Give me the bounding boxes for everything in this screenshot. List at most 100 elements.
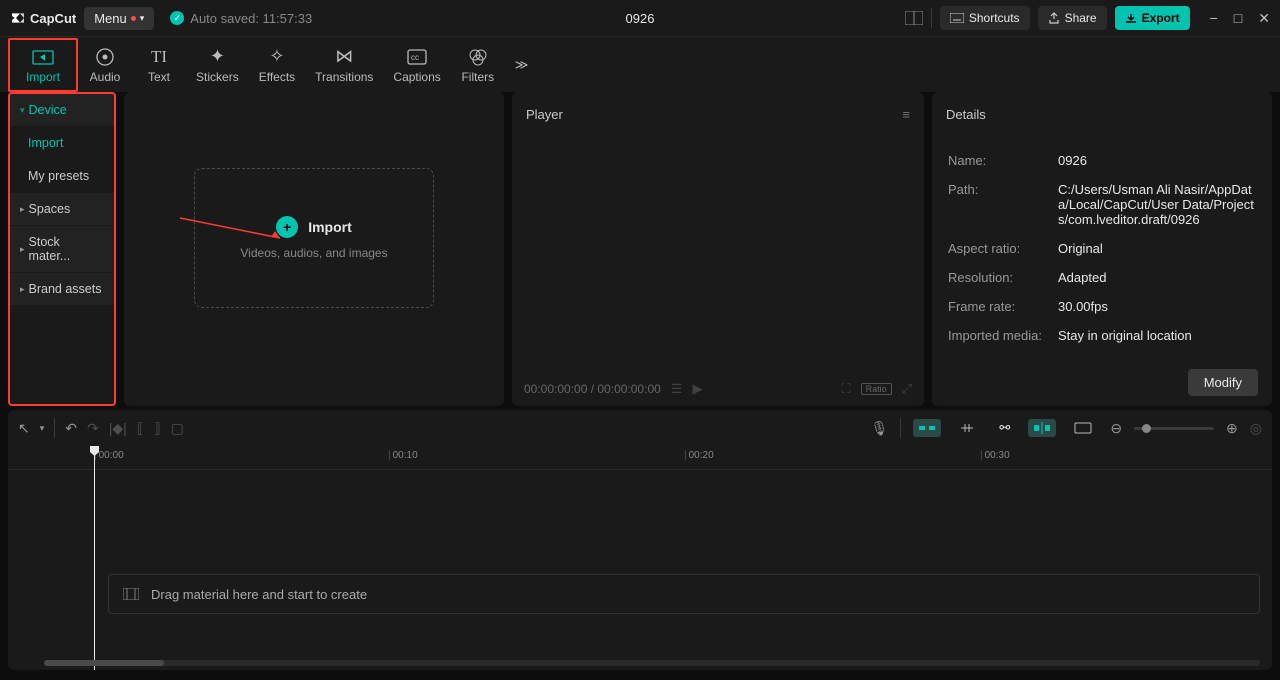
sidebar-item-spaces[interactable]: ▸ Spaces	[10, 193, 114, 225]
import-tab-highlight: Import	[8, 38, 78, 92]
modify-button[interactable]: Modify	[1188, 369, 1258, 396]
autosave-text: Auto saved: 11:57:33	[190, 11, 312, 26]
import-button-row: + Import	[276, 216, 352, 238]
divider	[931, 8, 932, 28]
tab-import-label: Import	[26, 70, 60, 84]
more-tabs-button[interactable]: ≫	[509, 51, 535, 79]
export-button[interactable]: Export	[1115, 6, 1190, 30]
close-button[interactable]: ✕	[1258, 10, 1270, 27]
detail-res-key: Resolution:	[948, 270, 1058, 285]
scrollbar-thumb[interactable]	[44, 660, 164, 666]
stickers-icon: ✦	[210, 46, 225, 68]
timeline-toolbar: ↖ ▾ ↶ ↷ |◆| ⟦ ⟧ ▢ 🎙 ⚯ ⊖ ⊕ ◎	[8, 410, 1272, 446]
sidebar-import-label: Import	[28, 136, 63, 150]
details-header: Details	[932, 92, 1272, 136]
trim-right-tool[interactable]: ⟧	[154, 420, 161, 437]
player-controls: 00:00:00:00 / 00:00:00:00 ☰ ▶ ⛶ Ratio ⤢	[512, 372, 924, 406]
focus-icon[interactable]: ⛶	[841, 381, 850, 397]
minimize-button[interactable]: −	[1210, 10, 1218, 27]
audio-icon	[95, 46, 115, 68]
chevron-right-icon: ▸	[20, 204, 25, 215]
cursor-tool[interactable]: ↖	[18, 420, 30, 437]
import-drop-title: Import	[308, 219, 352, 235]
project-title: 0926	[626, 11, 655, 26]
detail-fps-key: Frame rate:	[948, 299, 1058, 314]
keyboard-icon	[950, 13, 964, 23]
zoom-thumb[interactable]	[1142, 424, 1151, 433]
tab-stickers[interactable]: ✦ Stickers	[186, 42, 249, 88]
tab-transitions[interactable]: ⋈ Transitions	[305, 42, 383, 88]
timeline-tools-left: ↖ ▾ ↶ ↷ |◆| ⟦ ⟧ ▢	[18, 418, 184, 438]
menu-button[interactable]: Menu ▾	[84, 7, 154, 30]
redo-button[interactable]: ↷	[87, 420, 99, 437]
sidebar-item-presets[interactable]: My presets	[10, 160, 114, 192]
check-icon: ✓	[170, 11, 184, 25]
menu-label: Menu	[94, 11, 127, 26]
maximize-button[interactable]: □	[1234, 10, 1242, 27]
divider	[54, 418, 55, 438]
chevron-right-icon: ▸	[20, 284, 25, 295]
import-drop-zone[interactable]: + Import Videos, audios, and images	[194, 168, 434, 308]
timeline-drop-zone[interactable]: Drag material here and start to create	[108, 574, 1260, 614]
snap-toggle[interactable]	[1028, 419, 1056, 437]
player-header: Player ≡	[512, 92, 924, 136]
sidebar-item-import[interactable]: Import	[10, 127, 114, 159]
main-row: ▾ Device Import My presets ▸ Spaces ▸ St…	[0, 92, 1280, 406]
ratio-button[interactable]: Ratio	[861, 383, 892, 395]
detail-media-val: Stay in original location	[1058, 328, 1256, 343]
details-title: Details	[946, 107, 986, 122]
play-button[interactable]: ▶	[692, 381, 702, 397]
captions-icon: cc	[407, 46, 427, 68]
tab-text[interactable]: TI Text	[132, 42, 186, 88]
sidebar-spaces-label: Spaces	[29, 202, 71, 216]
magnet-toggle[interactable]	[913, 419, 941, 437]
timeline-scrollbar[interactable]	[44, 660, 1260, 666]
tab-effects[interactable]: ✧ Effects	[249, 42, 305, 88]
titlebar: CapCut Menu ▾ ✓ Auto saved: 11:57:33 092…	[0, 0, 1280, 36]
link-toggle[interactable]	[953, 419, 981, 437]
layout-icon[interactable]	[905, 11, 923, 25]
tab-import[interactable]: Import	[16, 42, 70, 88]
tab-filters[interactable]: Filters	[451, 42, 505, 88]
timeline-tools-right: 🎙 ⚯ ⊖ ⊕ ◎	[871, 417, 1262, 439]
import-sidebar: ▾ Device Import My presets ▸ Spaces ▸ St…	[8, 92, 116, 406]
fullscreen-icon[interactable]: ⤢	[902, 381, 912, 397]
sidebar-brand-label: Brand assets	[29, 282, 102, 296]
chevron-down-icon[interactable]: ▾	[40, 423, 45, 434]
list-icon[interactable]: ☰	[671, 381, 683, 397]
timeline: 00:00 00:10 00:20 00:30 Drag material he…	[8, 446, 1272, 670]
text-icon: TI	[151, 46, 167, 68]
trim-left-tool[interactable]: ⟦	[137, 420, 144, 437]
preview-toggle[interactable]	[1068, 419, 1098, 437]
split-tool[interactable]: |◆|	[109, 420, 127, 437]
zoom-slider[interactable]	[1134, 427, 1214, 430]
shortcuts-button[interactable]: Shortcuts	[940, 6, 1030, 30]
zoom-out-button[interactable]: ⊖	[1110, 420, 1122, 437]
details-body: Name:0926 Path:C:/Users/Usman Ali Nasir/…	[932, 136, 1272, 359]
window-controls: − □ ✕	[1210, 10, 1270, 27]
chain-toggle[interactable]: ⚯	[993, 417, 1016, 439]
timeline-drop-text: Drag material here and start to create	[151, 587, 367, 602]
material-icon	[123, 588, 139, 600]
svg-text:cc: cc	[411, 53, 419, 62]
plus-icon: +	[276, 216, 298, 238]
zoom-in-button[interactable]: ⊕	[1226, 420, 1238, 437]
delete-tool[interactable]: ▢	[171, 420, 184, 437]
sidebar-item-stock[interactable]: ▸ Stock mater...	[10, 226, 114, 272]
tab-audio[interactable]: Audio	[78, 42, 132, 88]
playhead[interactable]	[94, 446, 95, 670]
zoom-fit-button[interactable]: ◎	[1250, 420, 1262, 437]
tab-captions[interactable]: cc Captions	[383, 42, 450, 88]
timeline-ruler[interactable]: 00:00 00:10 00:20 00:30	[8, 446, 1272, 470]
sidebar-item-brand[interactable]: ▸ Brand assets	[10, 273, 114, 305]
mic-icon[interactable]: 🎙	[871, 420, 889, 437]
tab-audio-label: Audio	[90, 70, 121, 84]
sidebar-item-device[interactable]: ▾ Device	[10, 94, 114, 126]
detail-name-key: Name:	[948, 153, 1058, 168]
detail-aspect-val: Original	[1058, 241, 1256, 256]
undo-button[interactable]: ↶	[65, 420, 77, 437]
capcut-icon	[10, 10, 26, 26]
share-button[interactable]: Share	[1038, 6, 1107, 30]
tab-effects-label: Effects	[259, 70, 295, 84]
hamburger-icon[interactable]: ≡	[902, 107, 910, 122]
